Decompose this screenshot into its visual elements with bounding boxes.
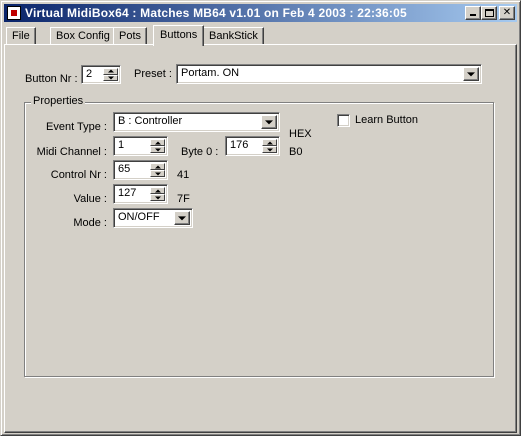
- preset-label: Preset :: [134, 68, 172, 80]
- window-controls: ✕: [465, 6, 515, 20]
- value-label: Value :: [73, 193, 107, 205]
- value-hex: 7F: [177, 193, 190, 205]
- tab-strip: File Box Config Pots Buttons BankStick: [4, 25, 517, 46]
- event-type-label: Event Type :: [46, 121, 107, 133]
- byte0-spinner[interactable]: 176: [225, 136, 280, 156]
- properties-group-title: Properties: [31, 95, 86, 107]
- arrow-up-icon: [154, 141, 161, 144]
- maximize-icon: [485, 9, 494, 17]
- value-value: 127: [118, 187, 137, 199]
- mode-value: ON/OFF: [118, 211, 160, 223]
- mode-dropdown-button[interactable]: [174, 211, 190, 225]
- control-nr-label: Control Nr :: [50, 169, 107, 181]
- button-nr-spin-buttons: [103, 68, 118, 81]
- value-spin-buttons: [150, 187, 165, 201]
- chevron-down-icon: [178, 216, 186, 221]
- mode-label: Mode :: [73, 217, 107, 229]
- control-nr-value: 65: [118, 163, 131, 175]
- tab-box-config[interactable]: Box Config: [50, 27, 116, 45]
- mode-dropdown[interactable]: ON/OFF: [113, 208, 193, 228]
- tab-bankstick[interactable]: BankStick: [203, 27, 264, 45]
- event-type-value: B : Controller: [118, 115, 183, 127]
- button-nr-down-button[interactable]: [103, 74, 118, 81]
- chevron-down-icon: [467, 72, 475, 77]
- window-title: Virtual MidiBox64 : Matches MB64 v1.01 o…: [25, 6, 407, 20]
- byte0-spin-buttons: [262, 139, 277, 153]
- byte0-value: 176: [230, 139, 249, 151]
- chevron-down-icon: [265, 120, 273, 125]
- control-nr-spinner[interactable]: 65: [113, 160, 168, 180]
- midi-channel-spin-buttons: [150, 139, 165, 153]
- control-nr-hex: 41: [177, 169, 190, 181]
- preset-value: Portam. ON: [181, 67, 240, 79]
- learn-button-checkbox[interactable]: [337, 114, 350, 127]
- button-nr-label: Button Nr :: [25, 73, 78, 85]
- arrow-up-icon: [266, 141, 273, 144]
- app-window: Virtual MidiBox64 : Matches MB64 v1.01 o…: [0, 0, 521, 436]
- byte0-label: Byte 0 :: [181, 146, 219, 158]
- close-button[interactable]: ✕: [499, 6, 515, 20]
- button-nr-spinner[interactable]: 2: [81, 65, 121, 84]
- app-icon[interactable]: [7, 6, 21, 20]
- maximize-button[interactable]: [481, 6, 497, 20]
- midi-channel-down-button[interactable]: [150, 146, 165, 153]
- button-nr-value: 2: [86, 68, 93, 80]
- title-bar[interactable]: Virtual MidiBox64 : Matches MB64 v1.01 o…: [4, 4, 517, 22]
- arrow-down-icon: [154, 172, 161, 175]
- value-up-button[interactable]: [150, 187, 165, 194]
- byte0-up-button[interactable]: [262, 139, 277, 146]
- event-type-dropdown-button[interactable]: [261, 115, 277, 129]
- control-nr-down-button[interactable]: [150, 170, 165, 177]
- arrow-up-icon: [154, 165, 161, 168]
- preset-dropdown-button[interactable]: [463, 67, 479, 81]
- arrow-down-icon: [154, 196, 161, 199]
- value-spinner[interactable]: 127: [113, 184, 168, 204]
- close-icon: ✕: [502, 7, 512, 18]
- midi-channel-up-button[interactable]: [150, 139, 165, 146]
- hex-header: HEX: [289, 128, 312, 140]
- byte0-down-button[interactable]: [262, 146, 277, 153]
- byte0-hex: B0: [289, 146, 303, 158]
- arrow-down-icon: [266, 148, 273, 151]
- midi-channel-spinner[interactable]: 1: [113, 136, 168, 156]
- control-nr-up-button[interactable]: [150, 163, 165, 170]
- arrow-up-icon: [107, 69, 114, 73]
- value-down-button[interactable]: [150, 194, 165, 201]
- tab-file[interactable]: File: [6, 27, 36, 45]
- arrow-down-icon: [107, 76, 114, 80]
- tab-pots[interactable]: Pots: [113, 27, 148, 45]
- minimize-icon: [470, 14, 476, 16]
- arrow-down-icon: [154, 148, 161, 151]
- event-type-dropdown[interactable]: B : Controller: [113, 112, 280, 132]
- arrow-up-icon: [154, 189, 161, 192]
- learn-button-label[interactable]: Learn Button: [355, 114, 418, 126]
- midi-channel-label: Midi Channel :: [36, 146, 107, 158]
- minimize-button[interactable]: [465, 6, 481, 20]
- control-nr-spin-buttons: [150, 163, 165, 177]
- preset-dropdown[interactable]: Portam. ON: [176, 64, 482, 84]
- midi-channel-value: 1: [118, 139, 125, 151]
- tab-buttons[interactable]: Buttons: [153, 25, 205, 46]
